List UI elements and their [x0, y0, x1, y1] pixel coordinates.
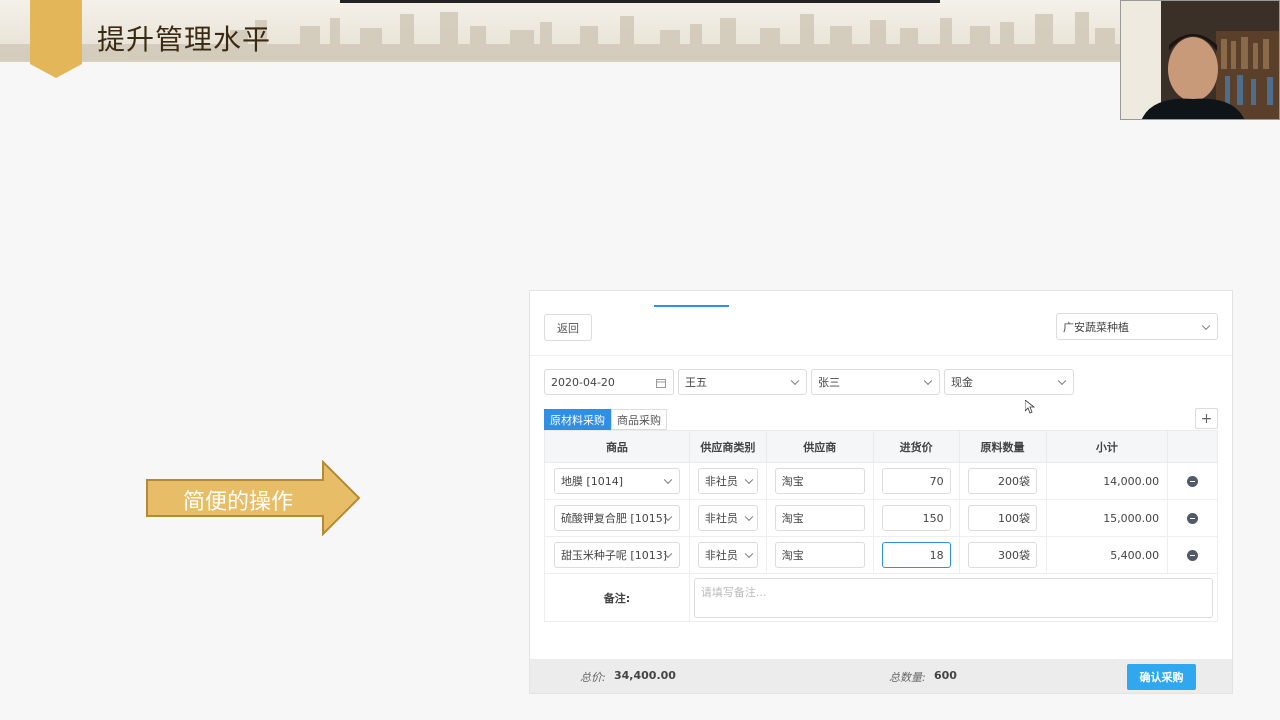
chevron-down-icon — [1201, 321, 1211, 330]
arrow-label: 简便的操作 — [183, 490, 294, 515]
person2-select[interactable]: 张三 — [811, 369, 940, 395]
table-row: 甜玉米种子呢 [1013] 非社员 淘宝 18 300袋 5,400.00 — [544, 536, 1218, 574]
calendar-icon — [656, 379, 666, 388]
remove-row-icon[interactable] — [1187, 512, 1199, 524]
chevron-down-icon — [790, 376, 800, 386]
add-row-button[interactable]: + — [1195, 408, 1218, 429]
presenter-image — [1121, 1, 1279, 119]
summary-footer: 总价: 34,400.00 总数量: 600 确认采购 — [530, 659, 1232, 693]
webcam-video — [1120, 0, 1280, 120]
chevron-down-icon — [1057, 376, 1067, 386]
total-price-value: 34,400.00 — [614, 669, 676, 682]
price-input[interactable]: 150 — [881, 505, 951, 531]
col-header-supplier-type: 供应商类别 — [688, 430, 767, 463]
divider — [530, 355, 1232, 356]
supplier-type-value: 非社员 — [704, 475, 738, 488]
col-header-action — [1167, 430, 1218, 463]
col-header-qty: 原料数量 — [958, 430, 1047, 463]
supplier-type-select[interactable]: 非社员 — [697, 505, 758, 531]
qty-input[interactable]: 300袋 — [968, 542, 1038, 568]
chevron-down-icon — [744, 549, 754, 559]
subtotal-value: 5,400.00 — [1045, 536, 1169, 574]
back-button[interactable]: 返回 — [544, 314, 592, 341]
total-qty-value: 600 — [934, 669, 957, 682]
supplier-type-value: 非社员 — [704, 512, 738, 525]
table-header-row: 商品 供应商类别 供应商 进货价 原料数量 小计 — [544, 430, 1218, 463]
total-qty-label: 总数量: — [889, 671, 926, 684]
slide-title: 提升管理水平 — [97, 23, 272, 56]
product-value: 硫酸钾复合肥 [1015] — [560, 512, 668, 525]
subtotal-value: 15,000.00 — [1045, 499, 1169, 537]
payment-value: 现金 — [951, 376, 973, 389]
farm-select[interactable]: 广安蔬菜种植 — [1056, 313, 1218, 340]
active-tab-indicator — [654, 305, 729, 307]
tab-raw-material[interactable]: 原材料采购 — [544, 409, 611, 430]
mouse-cursor-icon — [1025, 400, 1035, 414]
purchase-table: 商品 供应商类别 供应商 进货价 原料数量 小计 地膜 [1014] 非社员 淘… — [544, 430, 1219, 622]
product-select[interactable]: 甜玉米种子呢 [1013] — [553, 542, 680, 568]
chevron-down-icon — [744, 475, 754, 485]
subtotal-value: 14,000.00 — [1045, 462, 1169, 500]
confirm-purchase-button[interactable]: 确认采购 — [1127, 664, 1196, 690]
product-value: 地膜 [1014] — [560, 475, 624, 488]
supplier-type-select[interactable]: 非社员 — [697, 468, 758, 494]
supplier-type-select[interactable]: 非社员 — [697, 542, 758, 568]
note-row: 备注: 请填写备注... — [544, 573, 1219, 622]
ribbon-decoration — [30, 0, 82, 78]
chevron-down-icon — [923, 376, 933, 386]
note-label: 备注: — [544, 573, 690, 622]
payment-select[interactable]: 现金 — [944, 369, 1074, 395]
qty-input[interactable]: 100袋 — [968, 505, 1038, 531]
purchase-form-panel: 返回 广安蔬菜种植 2020-04-20 王五 张三 现金 原材料采购 商品采购… — [529, 290, 1233, 694]
total-price-label: 总价: — [580, 671, 606, 684]
col-header-supplier: 供应商 — [765, 430, 874, 463]
person2-value: 张三 — [818, 376, 840, 389]
supplier-type-value: 非社员 — [704, 549, 738, 562]
price-input[interactable]: 18 — [881, 542, 951, 568]
remove-row-icon[interactable] — [1187, 475, 1199, 487]
table-row: 硫酸钾复合肥 [1015] 非社员 淘宝 150 100袋 15,000.00 — [544, 499, 1218, 537]
col-header-product: 商品 — [544, 430, 690, 463]
col-header-price: 进货价 — [872, 430, 960, 463]
product-select[interactable]: 地膜 [1014] — [553, 468, 680, 494]
date-value: 2020-04-20 — [551, 375, 615, 389]
product-select[interactable]: 硫酸钾复合肥 [1015] — [553, 505, 680, 531]
farm-select-value: 广安蔬菜种植 — [1063, 320, 1129, 334]
date-picker[interactable]: 2020-04-20 — [544, 369, 674, 395]
product-value: 甜玉米种子呢 [1013] — [560, 549, 668, 562]
supplier-input[interactable]: 淘宝 — [774, 505, 865, 531]
tab-goods[interactable]: 商品采购 — [611, 409, 667, 430]
col-header-subtotal: 小计 — [1045, 430, 1169, 463]
remove-row-icon[interactable] — [1187, 549, 1199, 561]
table-row: 地膜 [1014] 非社员 淘宝 70 200袋 14,000.00 — [544, 462, 1218, 500]
qty-input[interactable]: 200袋 — [968, 468, 1038, 494]
supplier-input[interactable]: 淘宝 — [774, 468, 865, 494]
chevron-down-icon — [744, 512, 754, 522]
person1-value: 王五 — [685, 376, 707, 389]
top-bar — [340, 0, 940, 3]
note-textarea[interactable]: 请填写备注... — [693, 577, 1213, 618]
price-input[interactable]: 70 — [881, 468, 951, 494]
chevron-down-icon — [663, 475, 673, 485]
person1-select[interactable]: 王五 — [678, 369, 807, 395]
supplier-input[interactable]: 淘宝 — [774, 542, 865, 568]
